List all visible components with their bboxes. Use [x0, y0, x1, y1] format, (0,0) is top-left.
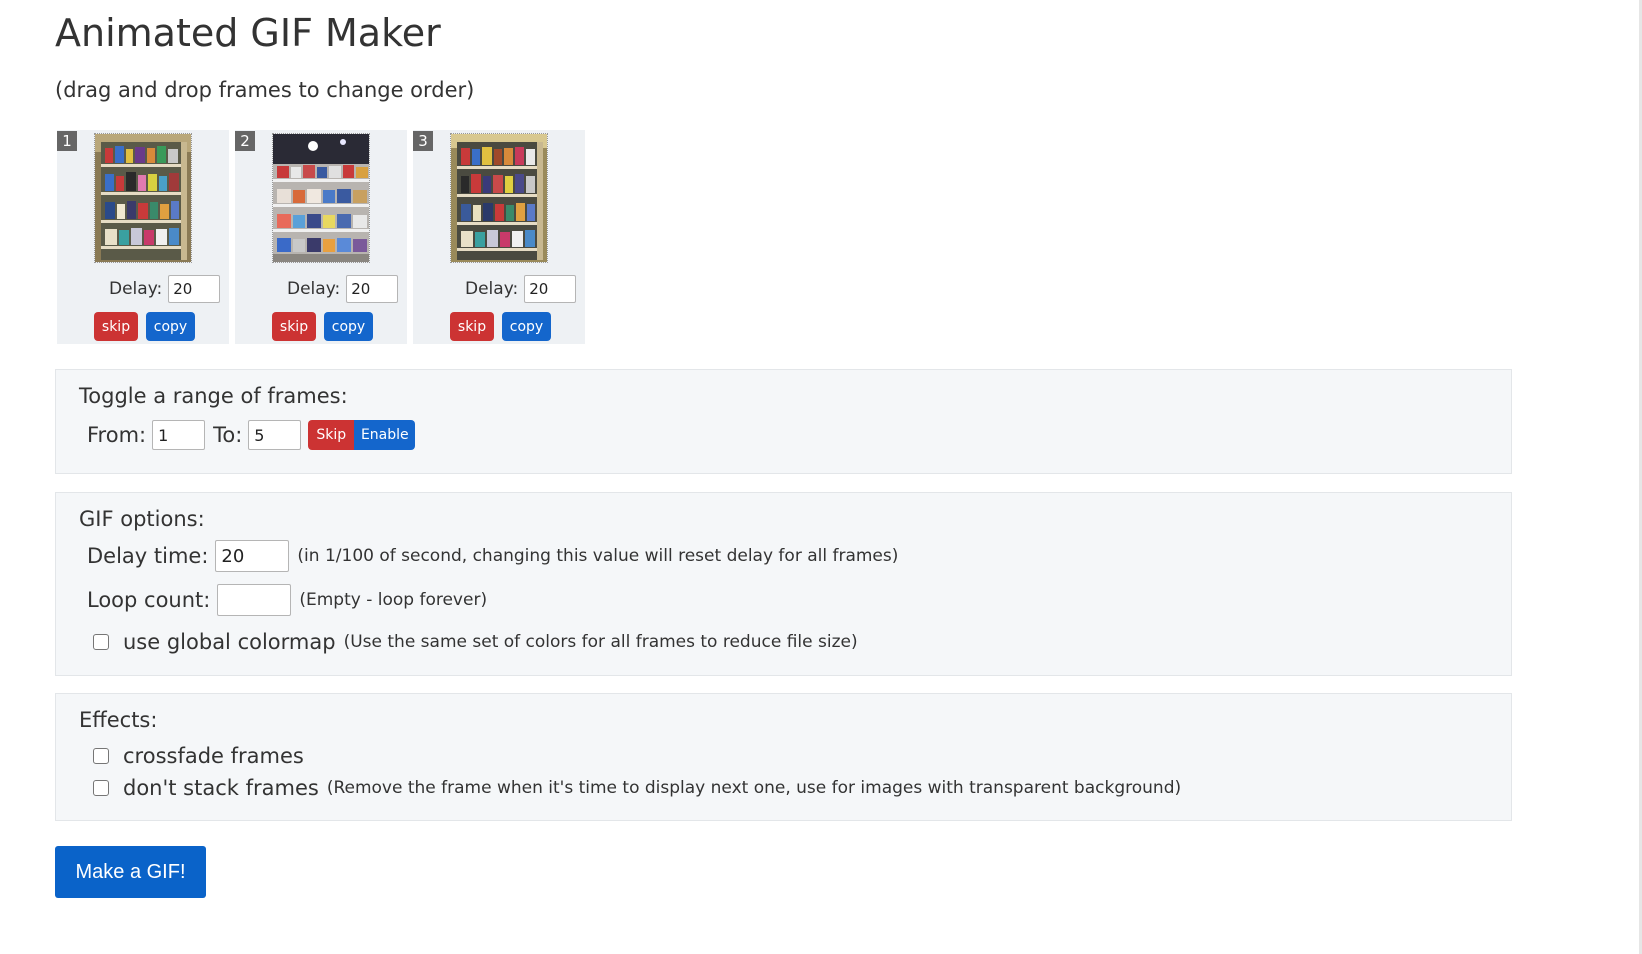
crossfade-label[interactable]: crossfade frames: [123, 744, 304, 768]
delay-time-input[interactable]: [215, 540, 290, 572]
range-to-input[interactable]: [248, 420, 302, 450]
frame-delay-input[interactable]: [346, 275, 399, 303]
frame-copy-button[interactable]: copy: [146, 312, 195, 341]
delay-time-note: (in 1/100 of second, changing this value…: [297, 546, 899, 566]
frame-number: 2: [235, 131, 255, 151]
frame-buttons: skip copy: [272, 312, 373, 341]
frame-card-1[interactable]: 1 Delay:20 skip copy: [57, 130, 229, 344]
loop-count-label: Loop count:: [87, 588, 211, 612]
frame-delay-row: Delay:: [287, 275, 399, 303]
from-label: From:: [87, 423, 147, 447]
frame-thumbnail-image[interactable]: [450, 133, 548, 263]
toggle-range-panel: Toggle a range of frames: From: To: Skip…: [55, 369, 1512, 474]
range-from-input[interactable]: [152, 420, 206, 450]
no-stack-label[interactable]: don't stack frames: [123, 776, 319, 800]
frame-buttons: skip copy: [450, 312, 551, 341]
frame-number: 3: [413, 131, 433, 151]
frame-delay-label: Delay:: [109, 279, 163, 299]
crossfade-checkbox[interactable]: [93, 748, 109, 764]
frame-delay-input[interactable]: [524, 275, 577, 303]
colormap-row: use global colormap (Use the same set of…: [93, 630, 858, 654]
delay-time-row: Delay time: (in 1/100 of second, changin…: [87, 540, 898, 572]
global-colormap-checkbox[interactable]: [93, 634, 109, 650]
global-colormap-label[interactable]: use global colormap: [123, 630, 336, 654]
loop-count-row: Loop count: (Empty - loop forever): [87, 584, 487, 616]
frame-skip-button[interactable]: skip: [94, 312, 138, 341]
global-colormap-note: (Use the same set of colors for all fram…: [343, 632, 858, 652]
frame-thumbnail-image[interactable]: [94, 133, 192, 263]
frame-buttons: skip copy: [94, 312, 195, 341]
frame-delay-label: Delay:: [287, 279, 341, 299]
make-gif-button[interactable]: Make a GIF!: [55, 846, 206, 898]
frame-skip-button[interactable]: skip: [450, 312, 494, 341]
page-title: Animated GIF Maker: [55, 11, 441, 55]
gif-options-title: GIF options:: [79, 507, 205, 531]
no-stack-row: don't stack frames (Remove the frame whe…: [93, 776, 1181, 800]
frame-card-3[interactable]: 3 Delay:20 skip copy: [413, 130, 585, 344]
frame-delay-label: Delay:: [465, 279, 519, 299]
no-stack-checkbox[interactable]: [93, 780, 109, 796]
frame-number: 1: [57, 131, 77, 151]
effects-title: Effects:: [79, 708, 158, 732]
frame-copy-button[interactable]: copy: [324, 312, 373, 341]
effects-panel: Effects: crossfade frames don't stack fr…: [55, 693, 1512, 821]
delay-time-label: Delay time:: [87, 544, 209, 568]
frame-delay-row: Delay:: [109, 275, 221, 303]
frame-card-2[interactable]: 2 Delay:20 skip copy: [235, 130, 407, 344]
toggle-range-title: Toggle a range of frames:: [79, 384, 348, 408]
range-skip-button[interactable]: Skip: [308, 420, 355, 450]
page-subtitle: (drag and drop frames to change order): [55, 78, 475, 102]
frame-copy-button[interactable]: copy: [502, 312, 551, 341]
loop-count-input[interactable]: [217, 584, 292, 616]
range-enable-button[interactable]: Enable: [354, 420, 416, 450]
no-stack-note: (Remove the frame when it's time to disp…: [326, 778, 1182, 798]
loop-count-note: (Empty - loop forever): [299, 590, 488, 610]
toggle-range-row: From: To: SkipEnable: [87, 420, 416, 450]
page: Animated GIF Maker (drag and drop frames…: [0, 0, 1642, 954]
gif-options-panel: GIF options: Delay time: (in 1/100 of se…: [55, 492, 1512, 676]
to-label: To:: [213, 423, 243, 447]
frame-delay-row: Delay:: [465, 275, 577, 303]
frame-delay-input[interactable]: [168, 275, 221, 303]
frame-skip-button[interactable]: skip: [272, 312, 316, 341]
crossfade-row: crossfade frames: [93, 744, 304, 768]
frame-thumbnail-image[interactable]: [272, 133, 370, 263]
